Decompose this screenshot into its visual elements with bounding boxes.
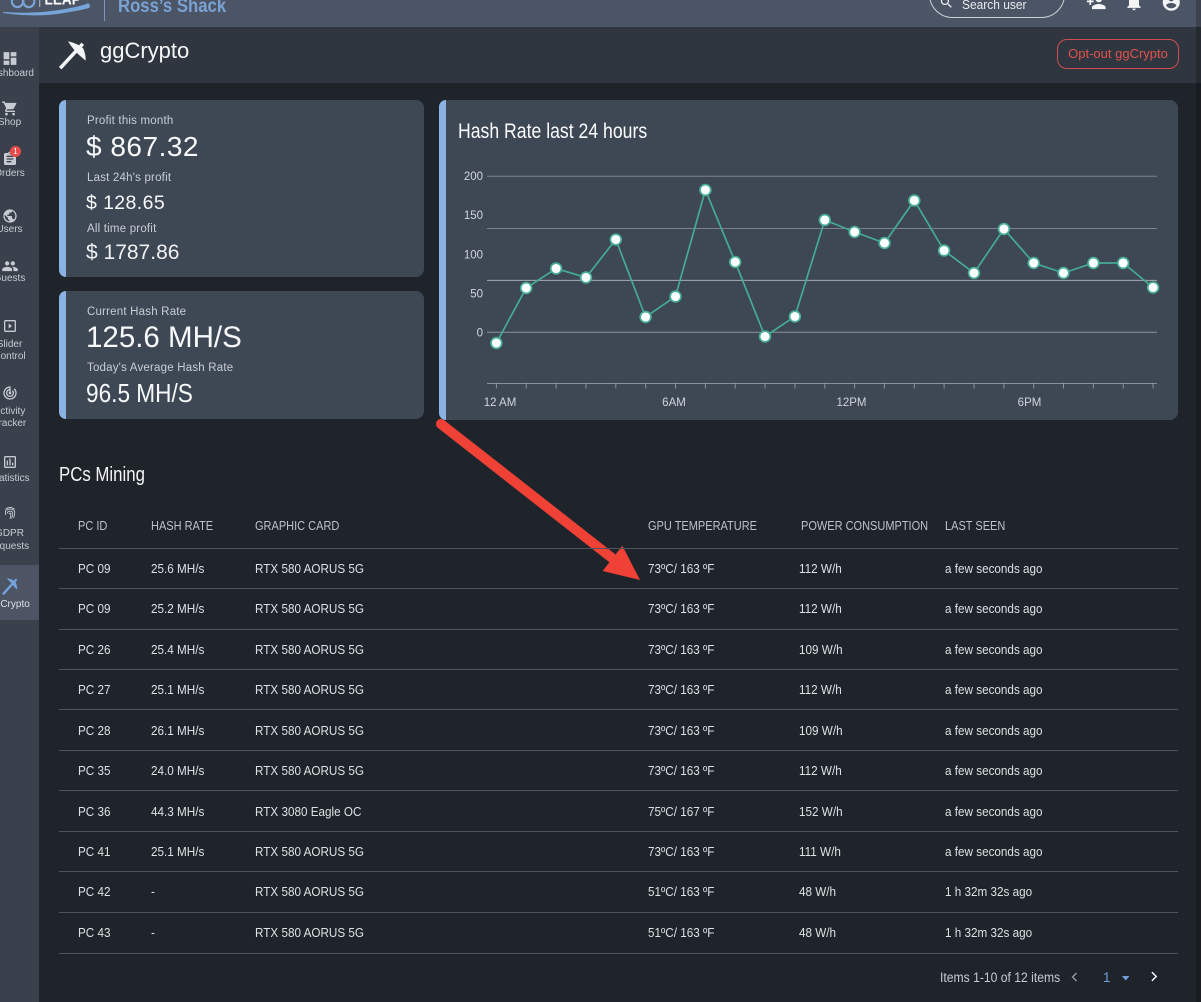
svg-text:12PM: 12PM	[836, 397, 866, 409]
svg-text:50: 50	[470, 288, 483, 300]
svg-text:200: 200	[464, 171, 483, 183]
svg-text:100: 100	[464, 249, 483, 261]
svg-text:6PM: 6PM	[1018, 397, 1042, 409]
svg-text:150: 150	[464, 210, 483, 222]
svg-text:0: 0	[477, 328, 483, 340]
svg-text:6AM: 6AM	[662, 397, 686, 409]
